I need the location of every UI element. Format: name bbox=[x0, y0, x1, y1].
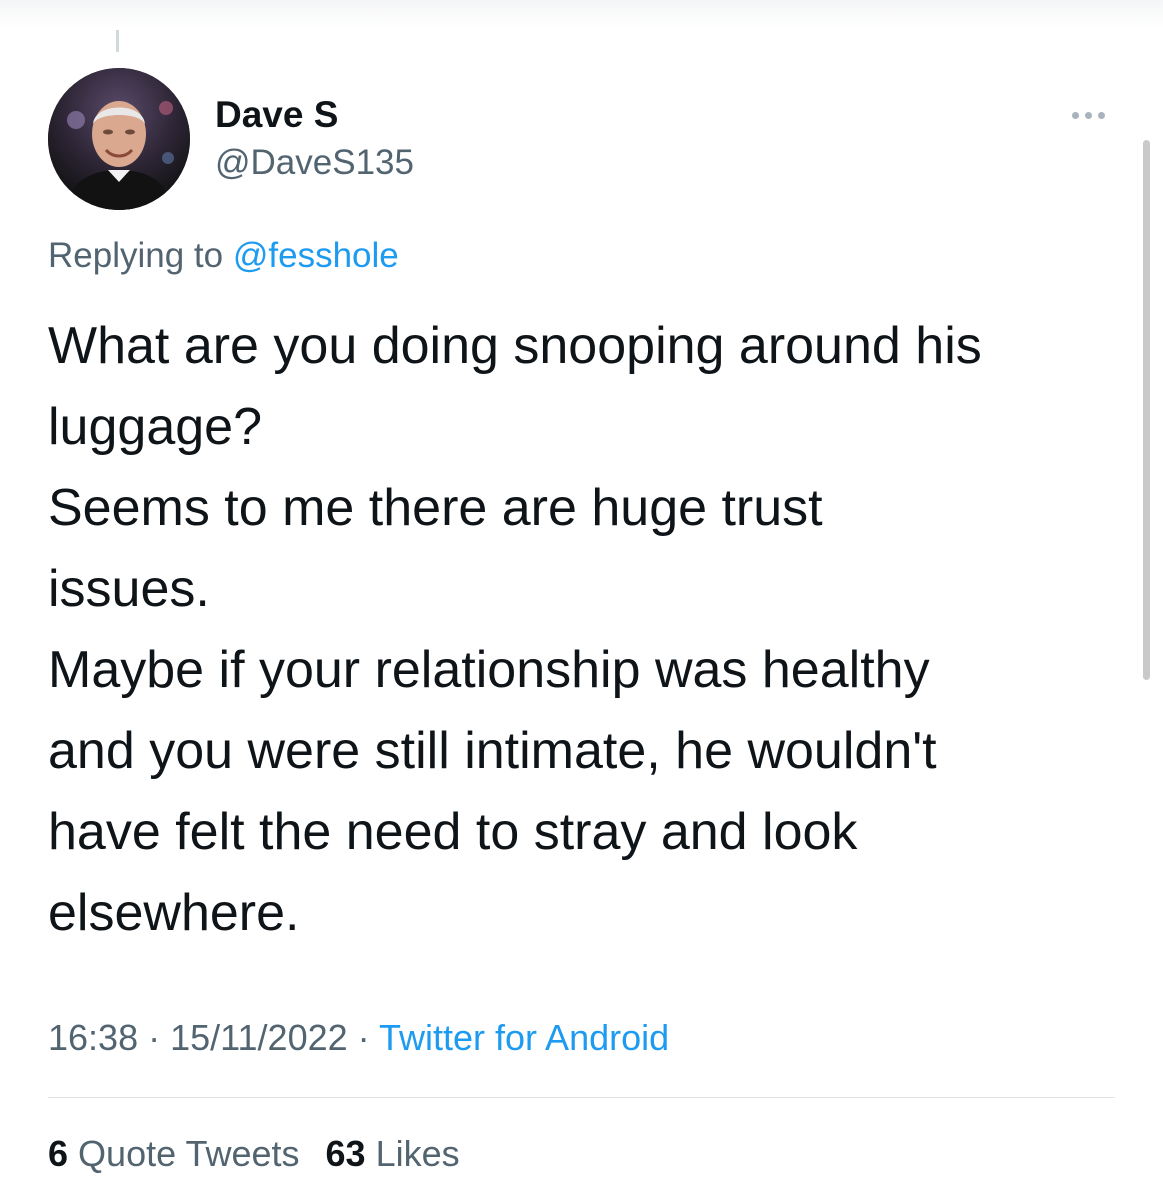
tweet-text-line: and you were still intimate, he wouldn't bbox=[48, 722, 937, 780]
likes-label: Likes bbox=[375, 1133, 460, 1174]
top-fade bbox=[0, 0, 1163, 28]
more-options-icon-dot bbox=[1097, 111, 1105, 119]
more-options-icon-dot bbox=[1084, 111, 1092, 119]
quote-tweets-label: Quote Tweets bbox=[78, 1133, 300, 1174]
more-options-button[interactable] bbox=[1060, 102, 1116, 128]
meta-separator: · bbox=[148, 1017, 161, 1058]
tweet-text-line: issues. bbox=[48, 560, 210, 618]
replying-to-label: Replying to bbox=[48, 236, 224, 275]
likes-stat[interactable]: 63 Likes bbox=[326, 1133, 460, 1174]
tweet-date[interactable]: 15/11/2022 bbox=[170, 1017, 348, 1058]
tweet-stats: 6 Quote Tweets 63 Likes bbox=[48, 1132, 460, 1176]
tweet-time[interactable]: 16:38 bbox=[48, 1017, 138, 1058]
tweet-text-line: Seems to me there are huge trust bbox=[48, 479, 823, 537]
avatar[interactable] bbox=[48, 68, 190, 210]
tweet-text-line: luggage? bbox=[48, 398, 262, 456]
tweet-text: What are you doing snooping around his l… bbox=[48, 306, 1138, 954]
likes-count: 63 bbox=[325, 1133, 366, 1174]
more-options-icon bbox=[1071, 111, 1079, 119]
tweet-metadata: 16:38 · 15/11/2022 · Twitter for Android bbox=[48, 1016, 669, 1060]
author-handle[interactable]: @DaveS135 bbox=[215, 142, 414, 184]
tweet-text-line: What are you doing snooping around his bbox=[48, 317, 982, 375]
replying-to-line: Replying to @fesshole bbox=[48, 234, 399, 278]
author-display-name[interactable]: Dave S bbox=[215, 94, 338, 136]
scrollbar[interactable] bbox=[1143, 140, 1150, 680]
quote-tweets-stat[interactable]: 6 Quote Tweets bbox=[48, 1133, 300, 1174]
avatar-photo-icon bbox=[48, 68, 190, 210]
tweet-text-line: Maybe if your relationship was healthy bbox=[48, 641, 930, 699]
divider bbox=[48, 1097, 1115, 1098]
tweet-text-line: have felt the need to stray and look bbox=[48, 803, 858, 861]
quote-tweets-count: 6 bbox=[48, 1133, 69, 1174]
tweet-source-link[interactable]: Twitter for Android bbox=[379, 1017, 669, 1058]
tweet-text-line: elsewhere. bbox=[48, 884, 300, 942]
thread-connector-line bbox=[116, 30, 119, 52]
reply-mention-link[interactable]: @fesshole bbox=[233, 236, 399, 275]
meta-separator: · bbox=[357, 1017, 370, 1058]
